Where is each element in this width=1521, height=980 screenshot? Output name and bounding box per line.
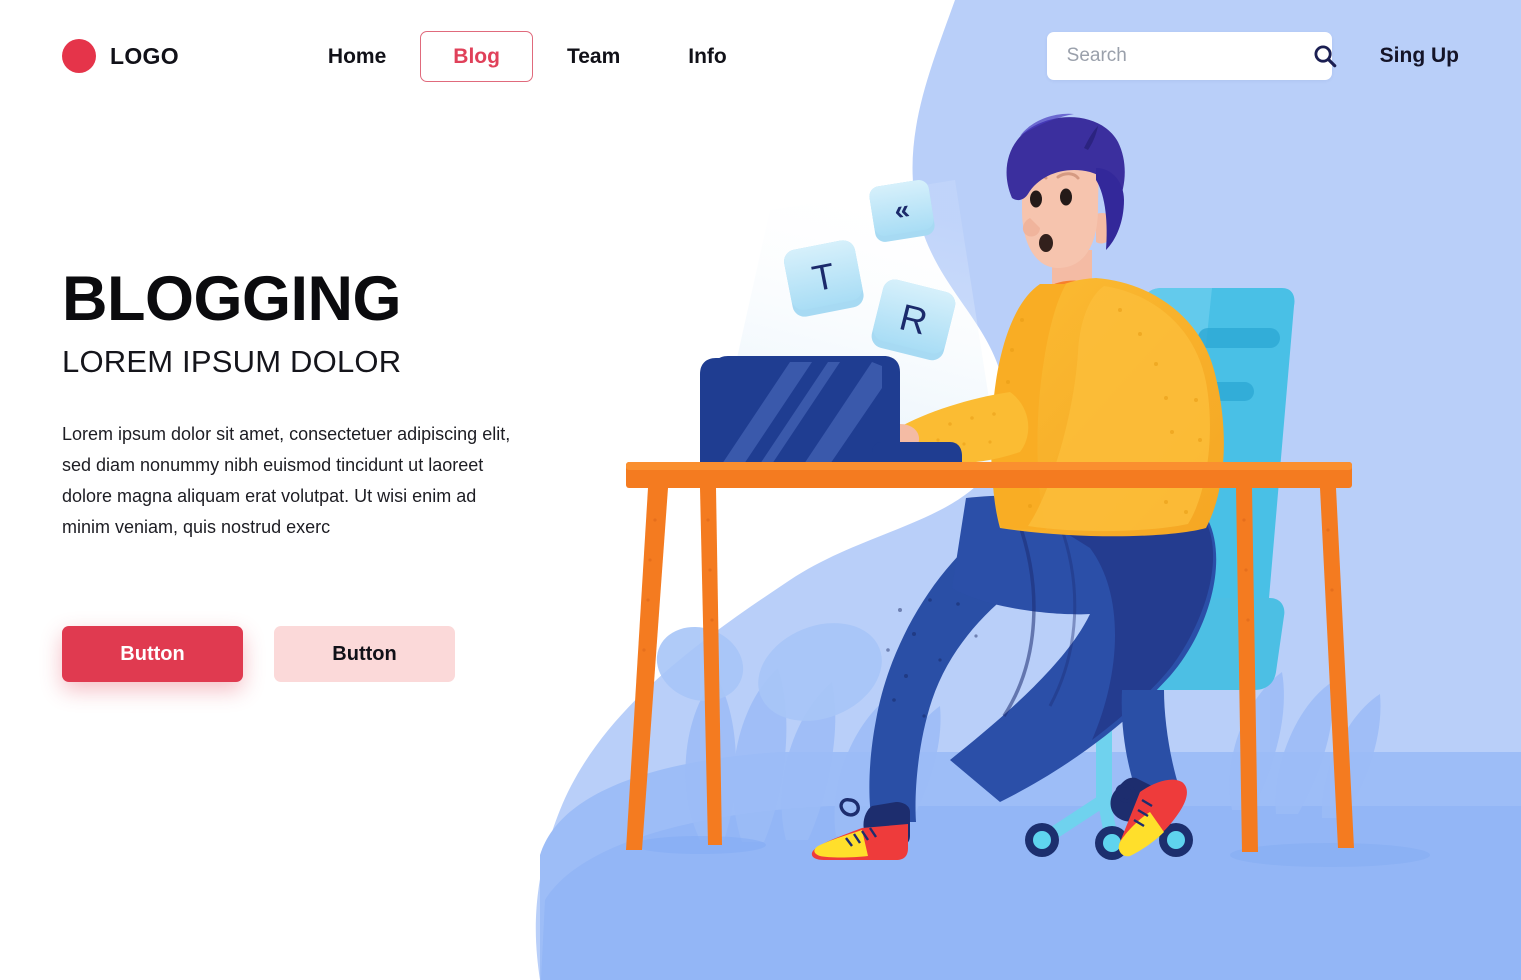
primary-button[interactable]: Button [62, 626, 243, 682]
brand-name: LOGO [110, 42, 179, 69]
nav-item-blog[interactable]: Blog [420, 30, 533, 82]
sign-up-link[interactable]: Sing Up [1380, 44, 1459, 68]
page-title: BLOGGING [62, 264, 402, 334]
site-header: LOGO Home Blog Team Info Sing Up [0, 0, 1521, 112]
leg-shadow-right [1230, 843, 1430, 867]
leg-shadow-left [634, 836, 766, 854]
brand-logo[interactable]: LOGO [62, 39, 179, 73]
hero-button-row: Button Button [62, 626, 455, 682]
search-box[interactable] [1046, 32, 1336, 80]
keycap-backspace: « [869, 180, 935, 242]
page-subtitle: LOREM IPSUM DOLOR [62, 344, 402, 379]
nav-item-team[interactable]: Team [533, 46, 654, 67]
secondary-button[interactable]: Button [274, 626, 455, 682]
search-icon[interactable] [1312, 43, 1338, 69]
nav-item-info[interactable]: Info [654, 46, 760, 67]
hero-copy: BLOGGING LOREM IPSUM DOLOR Lorem ipsum d… [62, 268, 532, 543]
nav-item-home[interactable]: Home [294, 46, 420, 67]
search-input[interactable] [1066, 45, 1312, 67]
main-navigation: Home Blog Team Info [294, 30, 761, 82]
logo-circle-icon [62, 39, 96, 73]
landing-page: « T R LOGO Home Blog Team Info Search Si… [0, 0, 1521, 980]
hero-paragraph: Lorem ipsum dolor sit amet, consectetuer… [62, 424, 511, 537]
header-actions: Sing Up [1046, 32, 1459, 80]
keycap-t: T [784, 240, 864, 317]
